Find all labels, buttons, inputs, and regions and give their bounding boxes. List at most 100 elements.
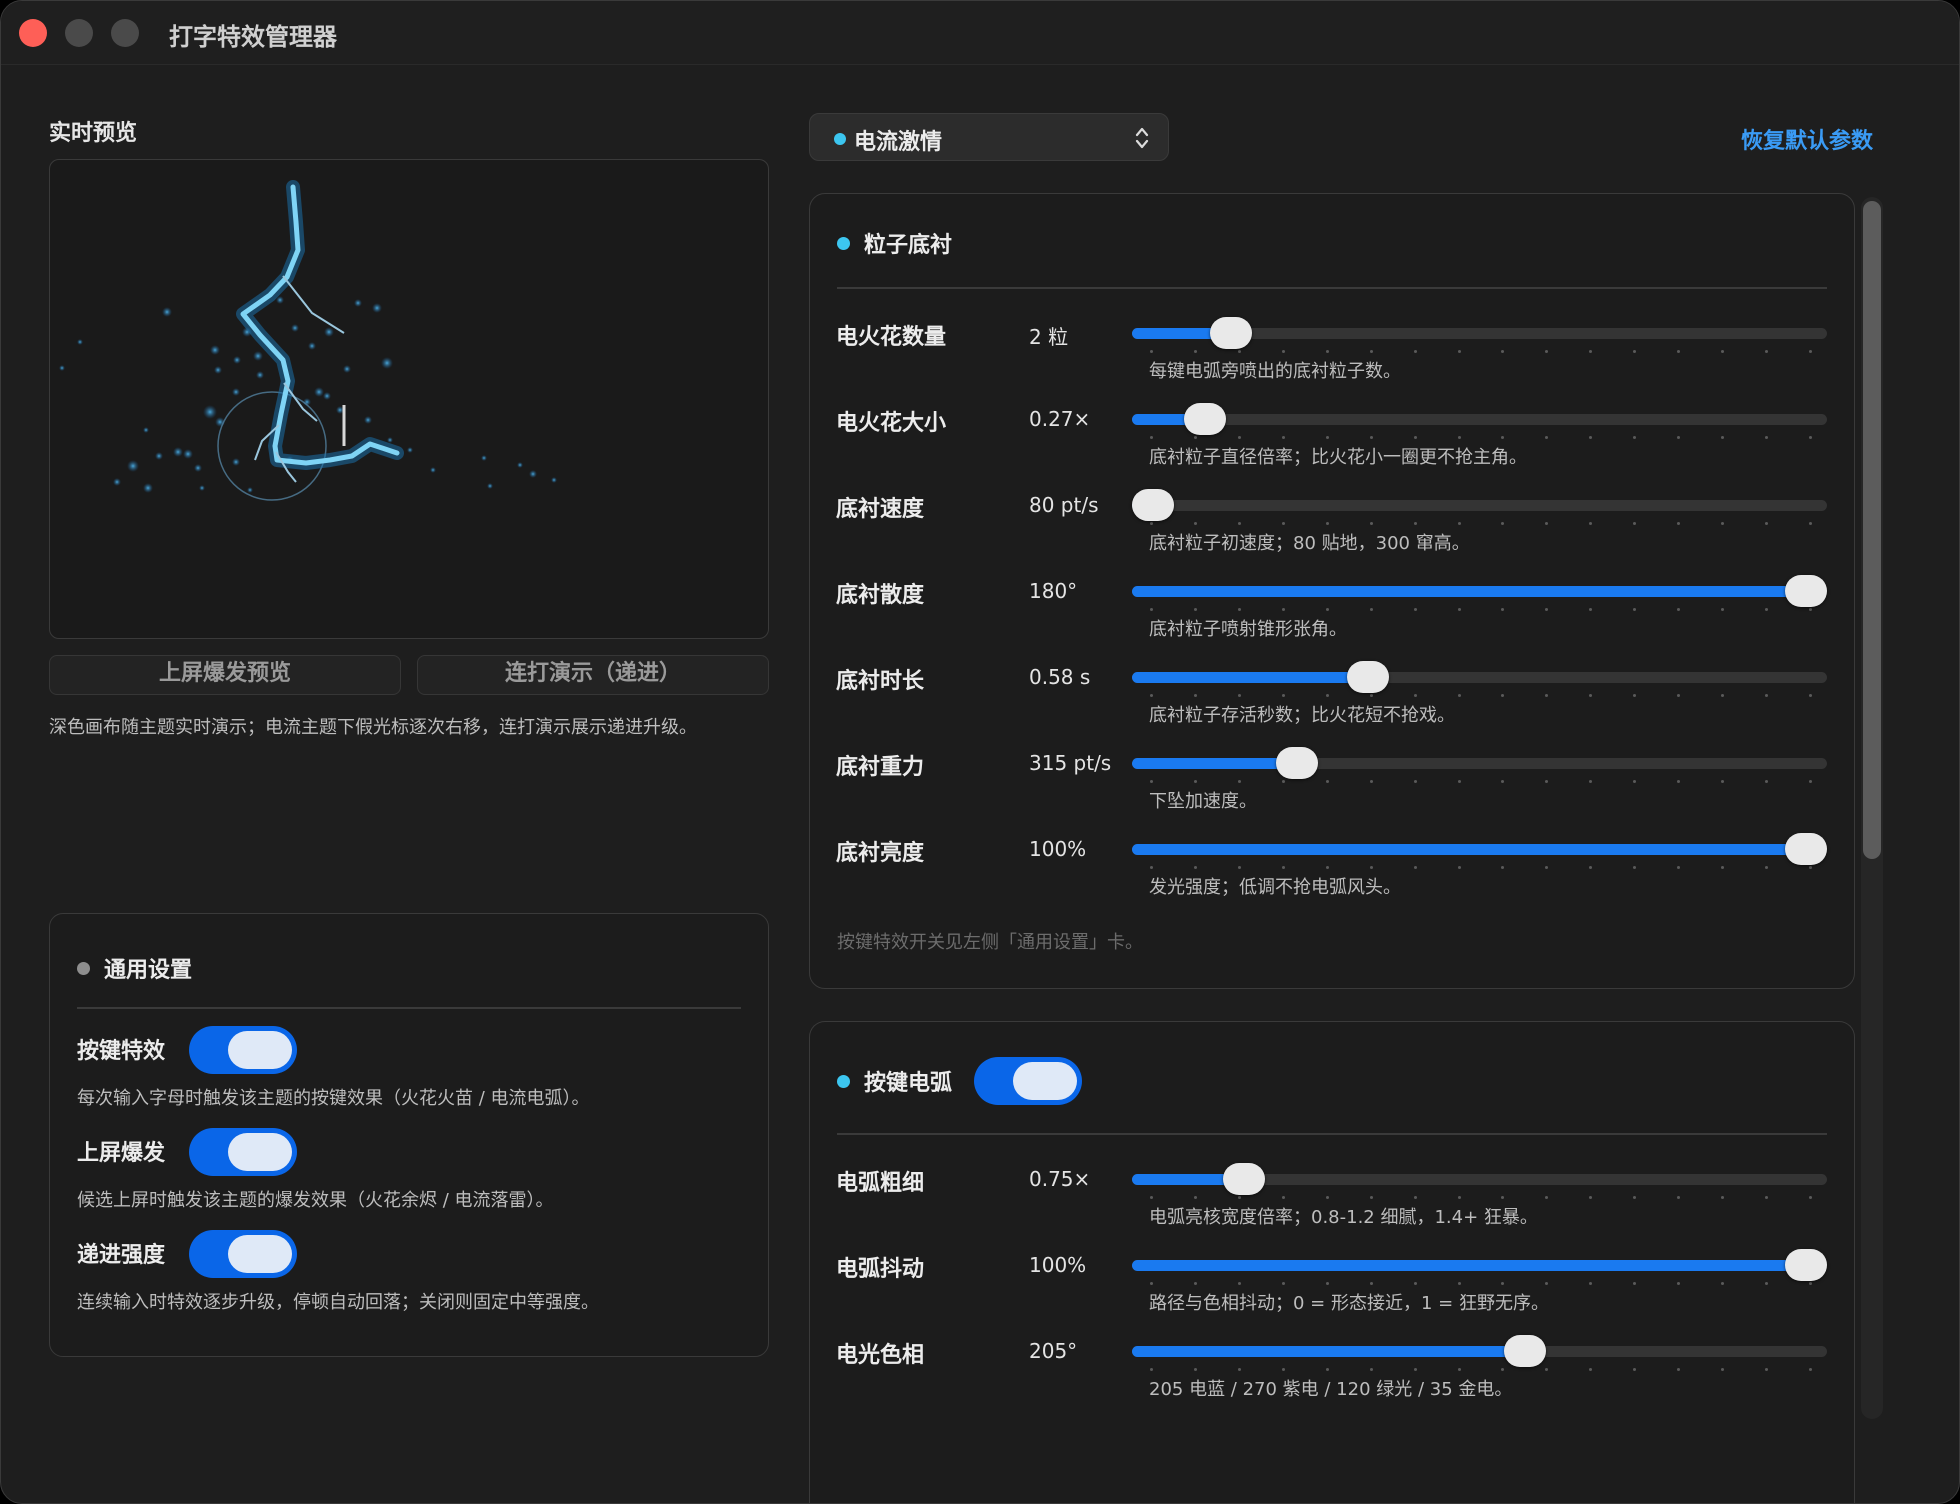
slider-tick: [1721, 608, 1725, 611]
slider-tick: [1325, 1368, 1329, 1371]
zoom-window-button[interactable]: [111, 19, 139, 47]
slider-thumb[interactable]: [1785, 833, 1827, 865]
slider-value: 180°: [1029, 579, 1078, 603]
general-settings-card: 通用设置 按键特效 每次输入字母时触发该主题的按键效果（火花火苗 / 电流电弧）。…: [49, 913, 769, 1357]
slider-tick: [1633, 1196, 1637, 1199]
slider-thumb[interactable]: [1210, 317, 1252, 349]
slider-thumb[interactable]: [1504, 1335, 1546, 1367]
slider-thumb[interactable]: [1347, 661, 1389, 693]
slider-tick: [1237, 694, 1241, 697]
slider-value: 0.58 s: [1029, 665, 1091, 689]
general-row-description: 每次输入字母时触发该主题的按键效果（火花火苗 / 电流电弧）。: [77, 1088, 590, 1109]
slider-thumb[interactable]: [1276, 747, 1318, 779]
spark-particle: [127, 460, 139, 472]
spark-particle: [517, 462, 523, 468]
slider-track[interactable]: [1132, 489, 1827, 525]
slider-tick: [1457, 608, 1461, 611]
slider-tick: [1150, 608, 1153, 611]
slider-thumb[interactable]: [1184, 403, 1226, 435]
spark-particle: [232, 458, 240, 466]
slider-tick: [1501, 1368, 1505, 1371]
slider-ticks: [1132, 350, 1827, 354]
scrollbar-thumb[interactable]: [1863, 201, 1881, 859]
spark-particle: [253, 351, 263, 361]
spark-particle: [199, 485, 205, 491]
slider-value: 315 pt/s: [1029, 751, 1112, 775]
slider-track[interactable]: [1132, 317, 1827, 353]
slider-tick: [1589, 1282, 1593, 1285]
slider-description: 每键电弧旁喷出的底衬粒子数。: [1149, 361, 1401, 382]
slider-track[interactable]: [1132, 661, 1827, 697]
slider-tick: [1413, 522, 1417, 525]
slider-thumb[interactable]: [1223, 1163, 1265, 1195]
slider-thumb[interactable]: [1785, 1249, 1827, 1281]
spark-particle: [308, 342, 316, 350]
particles-footnote: 按键特效开关见左侧「通用设置」卡。: [837, 932, 1143, 953]
slider-tick: [1677, 522, 1681, 525]
slider-tick: [1193, 350, 1197, 353]
spark-particle: [59, 365, 65, 371]
slider-tick: [1677, 694, 1681, 697]
particles-dot: [837, 237, 850, 250]
slider-tick: [1325, 1282, 1329, 1285]
slider-tick: [1369, 350, 1373, 353]
combo-demo-button[interactable]: 连打演示（递进）: [417, 655, 769, 695]
burst-preview-button[interactable]: 上屏爆发预览: [49, 655, 401, 695]
spark-particle: [203, 405, 217, 419]
slider-value: 0.27×: [1029, 407, 1091, 431]
toggle-knob: [228, 1235, 292, 1273]
slider-tick: [1193, 1368, 1197, 1371]
arc-title: 按键电弧: [864, 1071, 953, 1096]
slider-tick: [1457, 436, 1461, 439]
arc-toggle[interactable]: [974, 1057, 1082, 1105]
slider-description: 下坠加速度。: [1149, 791, 1257, 812]
theme-select[interactable]: 电流激情: [809, 113, 1169, 161]
slider-tick: [1281, 1196, 1285, 1199]
slider-value: 0.75×: [1029, 1167, 1091, 1191]
general-row-toggle[interactable]: [189, 1026, 297, 1074]
slider-tick: [1413, 1196, 1417, 1199]
slider-track[interactable]: [1132, 747, 1827, 783]
slider-tick: [1457, 694, 1461, 697]
arc-dot: [837, 1075, 850, 1088]
slider-tick: [1809, 1282, 1812, 1285]
slider-ticks: [1132, 780, 1827, 784]
spark-particle: [214, 366, 222, 374]
settings-scrollbar[interactable]: [1861, 197, 1883, 1419]
slider-track[interactable]: [1132, 1335, 1827, 1371]
slider-description: 底衬粒子初速度；80 贴地，300 窜高。: [1149, 533, 1470, 554]
general-row-toggle[interactable]: [189, 1230, 297, 1278]
slider-tick: [1545, 522, 1549, 525]
reset-defaults-link[interactable]: 恢复默认参数: [1741, 123, 1873, 155]
slider-tick: [1633, 608, 1637, 611]
spark-particle: [387, 437, 393, 443]
slider-track[interactable]: [1132, 1249, 1827, 1285]
preview-canvas: [49, 159, 769, 639]
slider-tick: [1369, 1368, 1373, 1371]
slider-label: 底衬散度: [836, 583, 925, 608]
slider-tick: [1809, 350, 1812, 353]
toggle-knob: [228, 1133, 292, 1171]
slider-track[interactable]: [1132, 575, 1827, 611]
slider-tick: [1589, 522, 1593, 525]
slider-tick: [1237, 1282, 1241, 1285]
slider-track[interactable]: [1132, 403, 1827, 439]
slider-tick: [1545, 608, 1549, 611]
slider-track[interactable]: [1132, 833, 1827, 869]
slider-track[interactable]: [1132, 1163, 1827, 1199]
spark-particle: [529, 470, 537, 478]
slider-tick: [1809, 436, 1812, 439]
slider-fill: [1132, 1346, 1525, 1357]
slider-tick: [1545, 1196, 1549, 1199]
slider-thumb[interactable]: [1132, 489, 1174, 521]
spark-particle: [256, 371, 264, 379]
spark-particle: [77, 339, 83, 345]
general-row-toggle[interactable]: [189, 1128, 297, 1176]
app-window: 打字特效管理器 实时预览 上屏爆发预览 连打演示（递进） 深色画布随主题实时演示…: [0, 0, 1960, 1504]
close-window-button[interactable]: [19, 19, 47, 47]
slider-description: 发光强度；低调不抢电弧风头。: [1149, 877, 1401, 898]
slider-tick: [1633, 1368, 1637, 1371]
minimize-window-button[interactable]: [65, 19, 93, 47]
slider-tick: [1809, 866, 1812, 869]
slider-thumb[interactable]: [1785, 575, 1827, 607]
